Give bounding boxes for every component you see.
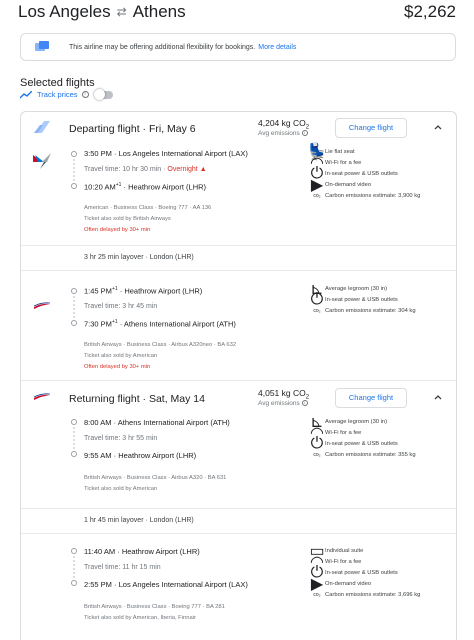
change-flight-button[interactable]: Change flight — [335, 388, 407, 408]
avg-emissions: Avg emissions i — [258, 130, 308, 137]
returning-co2: 4,051 kg CO2 — [258, 388, 310, 401]
change-flight-button[interactable]: Change flight — [335, 118, 407, 138]
power-icon: ⏻ — [310, 434, 324, 452]
delay-warning: Often delayed by 30+ min — [84, 364, 151, 370]
travel-time: Travel time: 10 hr 30 min · Overnight ▲ — [84, 166, 207, 173]
flight-details: British Airways · Business Class · Airbu… — [84, 475, 227, 481]
video-icon: ▶ — [310, 575, 324, 593]
american-airlines-logo-icon — [33, 153, 51, 169]
info-icon[interactable]: i — [81, 91, 89, 98]
departure-time: 11:40 AM · Heathrow Airport (LHR) — [84, 547, 200, 556]
returning-title: Returning flight · Sat, May 14 — [69, 393, 205, 405]
chevron-up-icon[interactable] — [433, 122, 443, 132]
delay-warning: Often delayed by 30+ min — [84, 227, 151, 233]
destination-city: Athens — [132, 2, 186, 21]
info-icon: i — [301, 130, 308, 137]
flight-details: American · Business Class · Boeing 777 ·… — [84, 205, 212, 211]
avg-emissions: Avg emissions i — [258, 400, 308, 407]
departing-title: Departing flight · Fri, May 6 — [69, 123, 196, 135]
departing-co2: 4,204 kg CO2 — [258, 118, 310, 131]
notice-text: This airline may be offering additional … — [69, 43, 256, 51]
flight-details: British Airways · Business Class · Boein… — [84, 604, 225, 610]
info-icon: i — [301, 400, 308, 407]
american-airlines-tail-icon — [34, 121, 50, 133]
trend-icon — [20, 90, 32, 98]
chevron-up-icon[interactable] — [433, 392, 443, 402]
layover-info: 3 hr 25 min layover · London (LHR) — [21, 245, 456, 271]
flights-card: Departing flight · Fri, May 6 4,204 kg C… — [20, 111, 457, 640]
warning-icon: ▲ — [199, 166, 207, 173]
video-icon: ▶ — [310, 176, 324, 194]
header: Los Angeles ⇄ Athens $2,262 — [0, 0, 474, 30]
british-airways-logo-icon — [33, 302, 51, 309]
arrival-time: 9:55 AM · Heathrow Airport (LHR) — [84, 451, 197, 460]
co2-icon: co₂ — [313, 307, 321, 314]
route-title: Los Angeles ⇄ Athens — [18, 2, 186, 22]
flight-segment: 1:45 PM+1 · Heathrow Airport (LHR) Trave… — [21, 280, 456, 380]
flexibility-notice: This airline may be offering additional … — [20, 33, 456, 61]
tickets-icon — [35, 41, 49, 53]
flight-details: British Airways · Business Class · Airbu… — [84, 342, 237, 348]
co2-icon: co₂ — [313, 591, 321, 598]
ticket-sold-by: Ticket also sold by American — [84, 486, 158, 492]
returning-header: Returning flight · Sat, May 14 4,051 kg … — [21, 382, 456, 416]
arrival-time: 10:20 AM+1 · Heathrow Airport (LHR) — [84, 182, 207, 192]
travel-time: Travel time: 3 hr 55 min — [84, 435, 158, 442]
selected-flights-title: Selected flights — [20, 77, 95, 89]
ticket-sold-by: Ticket also sold by British Airways — [84, 216, 171, 222]
flight-segment: 11:40 AM · Heathrow Airport (LHR) Travel… — [21, 542, 456, 640]
ticket-sold-by: Ticket also sold by American, Iberia, Fi… — [84, 615, 196, 621]
co2-icon: co₂ — [313, 451, 321, 458]
co2-icon: co₂ — [313, 192, 321, 199]
arrival-time: 7:30 PM+1 · Athens International Airport… — [84, 319, 236, 329]
arrival-time: 2:55 PM · Los Angeles International Airp… — [84, 580, 248, 589]
travel-time: Travel time: 11 hr 15 min — [84, 564, 161, 571]
track-prices-toggle[interactable] — [93, 88, 113, 100]
track-prices: Track prices i — [20, 88, 113, 100]
departure-time: 3:50 PM · Los Angeles International Airp… — [84, 149, 248, 158]
total-price: $2,262 — [404, 2, 456, 21]
british-airways-logo-icon — [34, 393, 50, 400]
track-prices-label: Track prices — [37, 90, 78, 99]
departing-header: Departing flight · Fri, May 6 4,204 kg C… — [21, 112, 456, 146]
divider — [21, 380, 456, 381]
departure-time: 1:45 PM+1 · Heathrow Airport (LHR) — [84, 286, 203, 296]
departure-time: 8:00 AM · Athens International Airport (… — [84, 418, 230, 427]
flight-segment: 3:50 PM · Los Angeles International Airp… — [21, 144, 456, 261]
flight-segment: 8:00 AM · Athens International Airport (… — [21, 414, 456, 516]
travel-time: Travel time: 3 hr 45 min — [84, 303, 158, 310]
more-details-link[interactable]: More details — [258, 44, 296, 51]
round-trip-icon: ⇄ — [116, 5, 127, 19]
origin-city: Los Angeles — [18, 2, 111, 21]
ticket-sold-by: Ticket also sold by American — [84, 353, 158, 359]
power-icon: ⏻ — [310, 290, 324, 308]
layover-info: 1 hr 45 min layover · London (LHR) — [21, 508, 456, 534]
